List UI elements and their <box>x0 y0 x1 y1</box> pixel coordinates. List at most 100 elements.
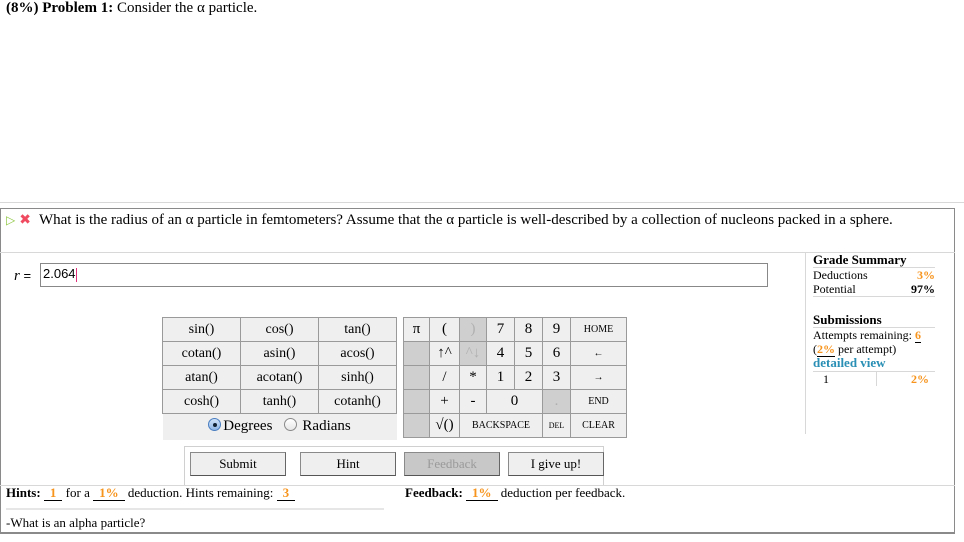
key-tan[interactable]: tan() <box>318 317 397 342</box>
detailed-view-link[interactable]: detailed view <box>813 356 935 370</box>
key-multiply[interactable]: * <box>459 365 487 390</box>
feedback-text: deduction per feedback. <box>500 485 626 500</box>
hints-count: 1 <box>43 486 63 501</box>
key-divide[interactable]: / <box>429 365 460 390</box>
question-divider <box>0 252 955 253</box>
key-sinh[interactable]: sinh() <box>318 365 397 390</box>
problem-statement: Consider the α particle. <box>116 0 258 16</box>
potential-value: 97% <box>911 282 935 296</box>
potential-label: Potential <box>813 282 856 296</box>
hints-deduction: 1% <box>93 486 125 501</box>
problem-weight: (8%) <box>6 0 39 16</box>
key-right-paren: ) <box>459 317 487 342</box>
hint-button[interactable]: Hint <box>300 452 396 476</box>
hints-remaining: 3 <box>276 486 296 501</box>
key-7[interactable]: 7 <box>486 317 515 342</box>
question: ▷ ✖ What is the radius of an α particle in… <box>6 210 936 231</box>
submit-button[interactable]: Submit <box>190 452 286 476</box>
key-1[interactable]: 1 <box>486 365 515 390</box>
attempts-info: Attempts remaining: 6 <box>813 327 935 343</box>
feedback-label: Feedback: <box>405 485 463 500</box>
radians-label: Radians <box>302 418 351 435</box>
key-blank <box>403 413 430 438</box>
per-attempt-text: per attempt) <box>838 342 897 356</box>
grade-summary-title: Grade Summary <box>813 252 907 267</box>
degrees-option[interactable]: Degrees <box>208 418 272 434</box>
answer-value: 2.064 <box>43 266 76 281</box>
deductions-value: 3% <box>917 268 935 282</box>
key-superscript-down: ^↓ <box>459 341 487 366</box>
answer-variable: r <box>14 268 20 284</box>
key-superscript-up[interactable]: ↑^ <box>429 341 460 366</box>
key-pi[interactable]: π <box>403 317 430 342</box>
key-2[interactable]: 2 <box>514 365 543 390</box>
key-cos[interactable]: cos() <box>240 317 319 342</box>
deductions-row: Deductions 3% <box>813 267 935 282</box>
key-6[interactable]: 6 <box>542 341 571 366</box>
function-keypad: sin() cos() tan() cotan() asin() acos() … <box>162 317 397 440</box>
problem-label: Problem 1: <box>42 0 114 16</box>
key-acotan[interactable]: acotan() <box>240 365 319 390</box>
key-acos[interactable]: acos() <box>318 341 397 366</box>
key-tanh[interactable]: tanh() <box>240 389 319 414</box>
key-blank <box>403 365 430 390</box>
hints-for-a: for a <box>65 485 90 500</box>
grade-summary: Grade Summary Deductions 3% Potential 97… <box>813 253 935 386</box>
answer-equals: = <box>23 268 32 283</box>
key-cotanh[interactable]: cotanh() <box>318 389 397 414</box>
key-3[interactable]: 3 <box>542 365 571 390</box>
key-left-arrow[interactable]: ← <box>570 341 627 366</box>
key-right-arrow[interactable]: → <box>570 365 627 390</box>
answer-input[interactable]: 2.064 <box>40 263 768 287</box>
key-5[interactable]: 5 <box>514 341 543 366</box>
key-4[interactable]: 4 <box>486 341 515 366</box>
number-keypad: π ( ) 7 8 9 HOME ↑^ ^↓ 4 5 6 ← / * 1 2 3… <box>403 317 627 438</box>
degrees-radio[interactable] <box>208 418 222 432</box>
give-up-button[interactable]: I give up! <box>508 452 604 476</box>
attempts-label: Attempts remaining: <box>813 328 912 342</box>
problem-title: (8%) Problem 1: Consider the α particle. <box>6 0 257 17</box>
key-9[interactable]: 9 <box>542 317 571 342</box>
feedback-deduction: 1% <box>466 486 498 501</box>
key-sin[interactable]: sin() <box>162 317 241 342</box>
potential-row: Potential 97% <box>813 282 935 297</box>
key-minus[interactable]: - <box>459 389 487 414</box>
hints-separator <box>6 508 384 510</box>
key-cotan[interactable]: cotan() <box>162 341 241 366</box>
play-icon[interactable]: ▷ <box>6 213 15 227</box>
grade-panel-divider <box>805 252 806 434</box>
deductions-label: Deductions <box>813 268 868 282</box>
key-blank <box>403 341 430 366</box>
hints-info: Hints: 1 for a 1% deduction. Hints remai… <box>6 485 296 501</box>
key-home[interactable]: HOME <box>570 317 627 342</box>
submission-row: 1 2% <box>813 371 935 386</box>
key-backspace[interactable]: BACKSPACE <box>459 413 543 438</box>
feedback-info: Feedback: 1% deduction per feedback. <box>405 485 625 501</box>
text-caret <box>75 267 77 282</box>
degrees-label: Degrees <box>223 418 273 435</box>
key-plus[interactable]: + <box>429 389 460 414</box>
submission-deduction: 2% <box>911 372 929 386</box>
question-text: What is the radius of an α particle in f… <box>38 212 893 228</box>
hint-text: -What is an alpha particle? <box>6 515 146 530</box>
key-atan[interactable]: atan() <box>162 365 241 390</box>
key-sqrt[interactable]: √() <box>429 413 460 438</box>
key-del[interactable]: DEL <box>542 413 571 438</box>
radians-option[interactable]: Radians <box>283 418 351 435</box>
key-asin[interactable]: asin() <box>240 341 319 366</box>
key-cosh[interactable]: cosh() <box>162 389 241 414</box>
radians-radio[interactable] <box>283 418 297 432</box>
key-clear[interactable]: CLEAR <box>570 413 627 438</box>
key-0[interactable]: 0 <box>486 389 543 414</box>
key-end[interactable]: END <box>570 389 627 414</box>
incorrect-x-icon: ✖ <box>19 213 31 228</box>
key-blank <box>403 389 430 414</box>
key-8[interactable]: 8 <box>514 317 543 342</box>
per-attempt-info: (2% per attempt) <box>813 342 935 357</box>
key-decimal: . <box>542 389 571 414</box>
submission-number: 1 <box>813 372 877 386</box>
angle-mode: Degrees Radians <box>162 413 397 440</box>
answer-label: r = <box>14 268 31 285</box>
attempts-value: 6 <box>914 328 921 343</box>
key-left-paren[interactable]: ( <box>429 317 460 342</box>
